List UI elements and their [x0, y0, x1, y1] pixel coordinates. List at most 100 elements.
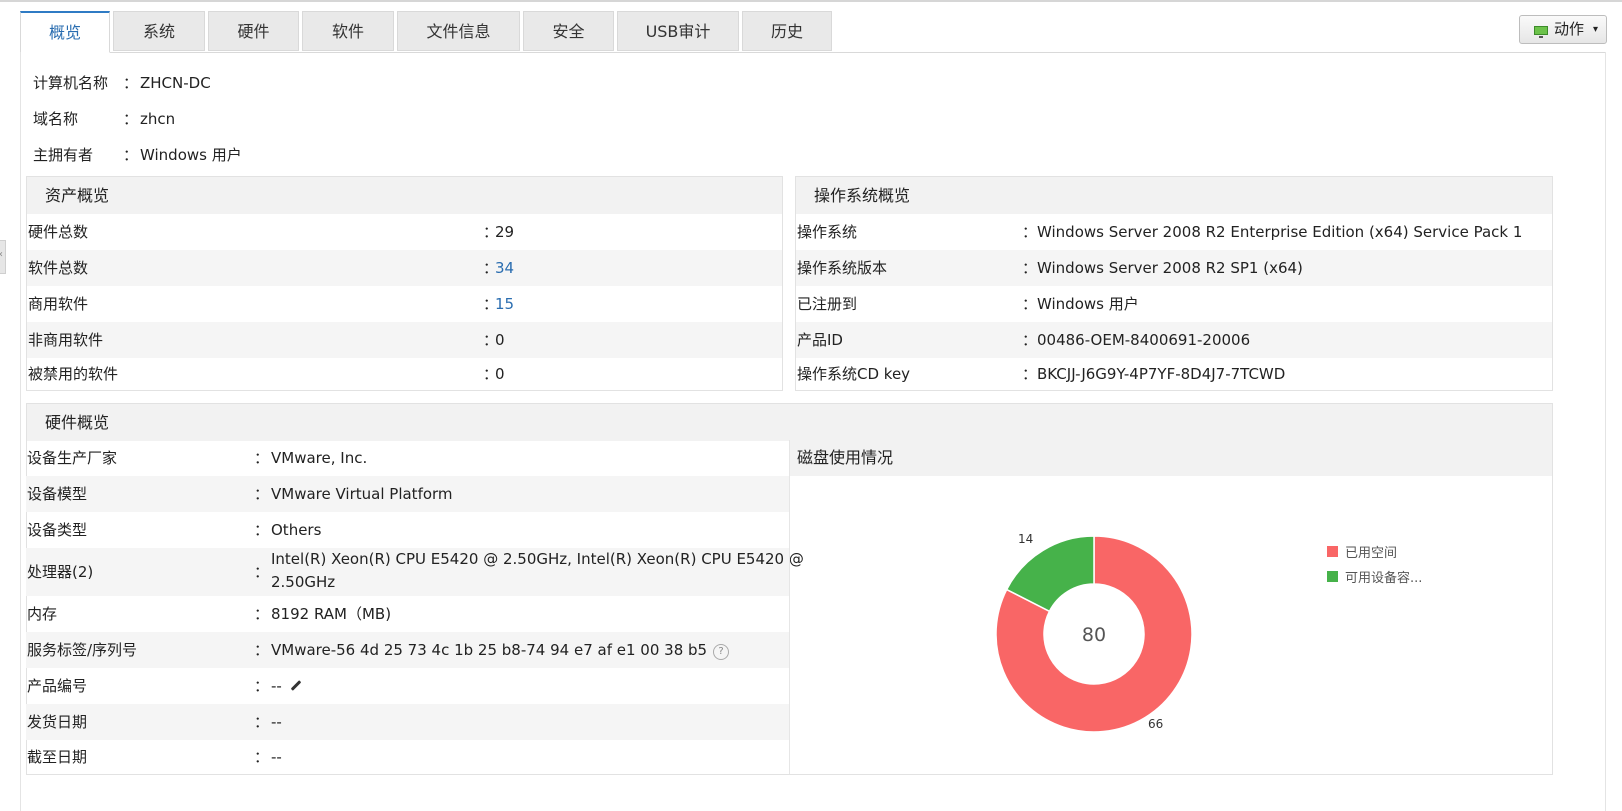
- serial-number-row-value: VMware-56 4d 25 73 4c 1b 25 b8-74 94 e7 …: [271, 632, 730, 668]
- tab-hardware[interactable]: 硬件: [208, 11, 299, 51]
- separator: ：: [254, 677, 270, 695]
- action-button-label: 动作: [1554, 20, 1585, 38]
- row-label: 硬件总数: [28, 223, 89, 241]
- separator: ：: [254, 713, 270, 731]
- owner-value: Windows 用户: [140, 146, 242, 164]
- tab-history[interactable]: 历史: [742, 11, 832, 51]
- table-row: 商用软件 ： 15: [27, 286, 782, 322]
- software-total-link[interactable]: 34: [495, 250, 514, 286]
- separator: ：: [254, 521, 270, 539]
- domain-name-label: 域名称: [33, 110, 79, 128]
- hardware-overview-title: 硬件概览: [27, 404, 1552, 441]
- computer-name-value: ZHCN-DC: [140, 74, 211, 92]
- banned-software-value: 0: [495, 365, 505, 383]
- table-row: 操作系统版本 ： Windows Server 2008 R2 SP1 (x64…: [796, 250, 1552, 286]
- row-label: 被禁用的软件: [28, 365, 119, 383]
- legend-label-used: 已用空间: [1345, 546, 1398, 561]
- tab-security[interactable]: 安全: [523, 11, 614, 51]
- table-row: 非商用软件 ： 0: [27, 322, 782, 358]
- domain-name-value: zhcn: [140, 110, 176, 128]
- sidebar-collapse-handle[interactable]: ‹: [0, 240, 6, 274]
- action-button[interactable]: 动作 ▾: [1519, 15, 1607, 44]
- legend-swatch-used: [1327, 546, 1338, 557]
- separator: ：: [1022, 259, 1038, 277]
- row-label: 产品ID: [797, 331, 843, 349]
- row-label: 处理器(2): [27, 563, 94, 581]
- row-label: 产品编号: [27, 677, 88, 695]
- divider: [789, 440, 790, 774]
- table-row: 硬件总数 ： 29: [27, 214, 782, 250]
- processor-value-line1: Intel(R) Xeon(R) CPU E5420 @ 2.50GHz, In…: [271, 550, 804, 568]
- row-label: 设备生产厂家: [27, 449, 118, 467]
- memory-value: 8192 RAM（MB): [271, 605, 392, 623]
- tab-software[interactable]: 软件: [302, 11, 394, 51]
- tab-system[interactable]: 系统: [113, 11, 205, 51]
- product-number-value: --: [271, 677, 282, 695]
- table-row: 发货日期 ： --: [26, 704, 789, 740]
- tab-usb-audit[interactable]: USB审计: [617, 11, 739, 51]
- row-label: 软件总数: [28, 259, 89, 277]
- separator: ：: [123, 110, 139, 128]
- os-cd-key-value: BKCJJ-J6G9Y-4P7YF-8D4J7-7TCWD: [1037, 365, 1286, 383]
- row-label: 设备类型: [27, 521, 88, 539]
- monitor-icon: [1534, 26, 1548, 38]
- row-label: 内存: [27, 605, 58, 623]
- commercial-software-link[interactable]: 15: [495, 286, 514, 322]
- row-label: 截至日期: [27, 748, 88, 766]
- hardware-details-list: 设备生产厂家 ： VMware, Inc. 设备模型 ： VMware Virt…: [26, 440, 804, 774]
- separator: ：: [254, 563, 270, 581]
- table-row: 软件总数 ： 34: [27, 250, 782, 286]
- separator: ：: [1022, 365, 1038, 383]
- device-type-value: Others: [271, 521, 322, 539]
- row-label: 设备模型: [27, 485, 88, 503]
- help-icon[interactable]: ?: [713, 644, 730, 660]
- registered-to-value: Windows 用户: [1037, 295, 1139, 313]
- row-label: 操作系统版本: [797, 259, 888, 277]
- edit-pencil-icon[interactable]: [290, 680, 302, 691]
- table-row: 设备生产厂家 ： VMware, Inc.: [26, 440, 789, 476]
- table-row: 产品编号 ： --: [26, 668, 789, 704]
- table-row: 设备模型 ： VMware Virtual Platform: [26, 476, 789, 512]
- tab-overview[interactable]: 概览: [20, 11, 110, 53]
- disk-usage-title: 磁盘使用情况: [790, 440, 1552, 476]
- serial-number-value: VMware-56 4d 25 73 4c 1b 25 b8-74 94 e7 …: [271, 641, 708, 659]
- ship-date-value: --: [271, 713, 282, 731]
- table-row: 操作系统CD key ： BKCJJ-J6G9Y-4P7YF-8D4J7-7TC…: [796, 358, 1552, 390]
- separator: ：: [123, 74, 139, 92]
- separator: ：: [123, 146, 139, 164]
- row-label: 操作系统CD key: [797, 365, 911, 383]
- table-row: 被禁用的软件 ： 0: [27, 358, 782, 390]
- row-label: 已注册到: [797, 295, 858, 313]
- legend-label-free: 可用设备容...: [1345, 571, 1423, 586]
- free-slice-data-label: 14: [1018, 532, 1034, 546]
- table-row: 服务标签/序列号 ： VMware-56 4d 25 73 4c 1b 25 b…: [26, 632, 789, 668]
- manufacturer-value: VMware, Inc.: [271, 449, 368, 467]
- table-row: 内存 ： 8192 RAM（MB): [26, 596, 789, 632]
- table-row: 已注册到 ： Windows 用户: [796, 286, 1552, 322]
- separator: ：: [254, 605, 270, 623]
- row-label: 商用软件: [28, 295, 89, 313]
- table-row: 处理器(2) ： Intel(R) Xeon(R) CPU E5420 @ 2.…: [26, 548, 804, 596]
- separator: ：: [254, 748, 270, 766]
- disk-usage-donut-chart: 80: [995, 535, 1193, 733]
- row-label: 发货日期: [27, 713, 88, 731]
- computer-name-label: 计算机名称: [33, 74, 109, 92]
- used-slice-data-label: 66: [1148, 717, 1164, 731]
- expiry-date-value: --: [271, 748, 282, 766]
- legend-swatch-free: [1327, 571, 1338, 582]
- owner-label: 主拥有者: [33, 146, 94, 164]
- row-label: 服务标签/序列号: [27, 641, 138, 659]
- os-name-value: Windows Server 2008 R2 Enterprise Editio…: [1037, 223, 1523, 241]
- product-id-value: 00486-OEM-8400691-20006: [1037, 331, 1251, 349]
- noncommercial-software-value: 0: [495, 331, 505, 349]
- tab-bar: 概览 系统 硬件 软件 文件信息 安全 USB审计 历史: [20, 10, 1606, 53]
- donut-center-label: 80: [1082, 624, 1106, 646]
- table-row: 产品ID ： 00486-OEM-8400691-20006: [796, 322, 1552, 358]
- separator: ：: [1022, 295, 1038, 313]
- processor-value-line2: 2.50GHz: [271, 573, 336, 591]
- separator: ：: [1022, 223, 1038, 241]
- os-overview-title: 操作系统概览: [796, 177, 1552, 214]
- tab-file-info[interactable]: 文件信息: [397, 11, 520, 51]
- row-label: 非商用软件: [28, 331, 104, 349]
- separator: ：: [254, 641, 270, 659]
